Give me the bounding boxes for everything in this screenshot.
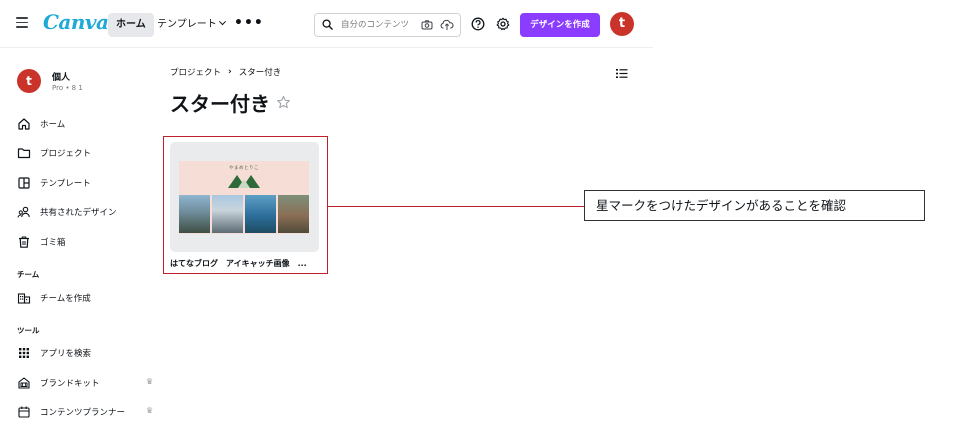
sidebar-item-label: コンテンツプランナー [40, 408, 126, 418]
building-icon [17, 291, 31, 305]
create-design-button[interactable]: デザインを作成 [520, 13, 600, 37]
avatar: t [17, 69, 41, 93]
brand-kit-icon [17, 376, 31, 390]
design-thumbnail[interactable]: やまめとりこ [170, 142, 319, 252]
sidebar-item-trash[interactable]: ゴミ箱 [17, 234, 66, 250]
chevron-right-icon: › [228, 67, 232, 77]
crown-icon: ♛ [146, 406, 154, 415]
chevron-down-icon [218, 18, 226, 26]
trash-icon [17, 235, 31, 249]
calendar-icon [17, 405, 31, 419]
sidebar-item-create-team[interactable]: チームを作成 [17, 290, 91, 306]
sidebar-item-find-apps[interactable]: アプリを検索 [17, 345, 91, 361]
sidebar-item-projects[interactable]: プロジェクト [17, 145, 91, 161]
folder-icon [17, 146, 31, 160]
nav-templates-menu[interactable]: テンプレート [157, 13, 226, 37]
annotation-callout: 星マークをつけたデザインがあることを確認 [584, 190, 925, 221]
sidebar-item-label: チームを作成 [40, 294, 91, 304]
sidebar-item-label: プロジェクト [40, 149, 92, 159]
list-view-icon[interactable] [616, 68, 628, 79]
apps-grid-icon [17, 346, 31, 360]
menu-icon[interactable] [16, 17, 28, 29]
settings-gear-icon[interactable] [496, 17, 510, 31]
design-title[interactable]: はてなブログ アイキャッチ画像 ... [170, 258, 307, 269]
canva-logo[interactable]: Canva [43, 10, 109, 34]
account-plan: Pro • 8 1 [52, 84, 83, 92]
help-icon[interactable] [471, 17, 485, 31]
thumbnail-photo-strip [179, 195, 309, 233]
more-menu-button[interactable]: ••• [234, 13, 264, 33]
search-input[interactable]: 自分のコンテンツ [341, 14, 411, 36]
sidebar-item-label: アプリを検索 [40, 349, 92, 359]
shared-icon [17, 205, 31, 219]
sidebar-item-brand-kit[interactable]: ブランドキット [17, 375, 100, 391]
sidebar-item-label: ホーム [40, 120, 66, 130]
camera-search-icon[interactable] [421, 19, 433, 31]
top-bar: Canva ホーム テンプレート ••• 自分のコンテンツ デザインを作成 t [0, 0, 653, 48]
breadcrumb-projects-link[interactable]: プロジェクト [170, 66, 221, 78]
upload-cloud-icon[interactable] [440, 18, 454, 31]
sidebar-item-label: ブランドキット [40, 379, 100, 389]
search-box[interactable]: 自分のコンテンツ [314, 13, 461, 37]
mountain-logo [228, 175, 260, 188]
thumbnail-caption: やまめとりこ [229, 166, 259, 171]
tools-section-header: ツール [17, 326, 40, 335]
annotation-connector [328, 206, 584, 207]
team-section-header: チーム [17, 270, 40, 279]
sidebar-item-shared[interactable]: 共有されたデザイン [17, 204, 117, 220]
page-title-text: スター付き [170, 92, 270, 116]
design-card[interactable]: やまめとりこ はてなブログ アイキャッチ画像 ... [163, 136, 328, 274]
search-icon [322, 19, 333, 30]
account-name: 個人 [52, 73, 71, 83]
template-icon [17, 176, 31, 190]
page-title: スター付き [170, 88, 291, 117]
breadcrumb: プロジェクト › スター付き [170, 66, 281, 78]
sidebar-item-home[interactable]: ホーム [17, 116, 65, 132]
nav-templates-label: テンプレート [157, 19, 217, 30]
sidebar-item-label: テンプレート [40, 179, 91, 189]
star-outline-icon[interactable] [276, 95, 291, 110]
sidebar-item-content-planner[interactable]: コンテンツプランナー [17, 404, 125, 420]
sidebar-item-label: 共有されたデザイン [40, 208, 117, 218]
home-icon [17, 117, 31, 131]
thumbnail-image: やまめとりこ [179, 161, 309, 234]
nav-home-tab[interactable]: ホーム [108, 13, 154, 37]
crown-icon: ♛ [146, 377, 154, 386]
sidebar-item-templates[interactable]: テンプレート [17, 175, 91, 191]
sidebar-item-label: ゴミ箱 [40, 238, 66, 248]
account-avatar[interactable]: t [610, 12, 634, 36]
breadcrumb-current: スター付き [238, 68, 282, 78]
